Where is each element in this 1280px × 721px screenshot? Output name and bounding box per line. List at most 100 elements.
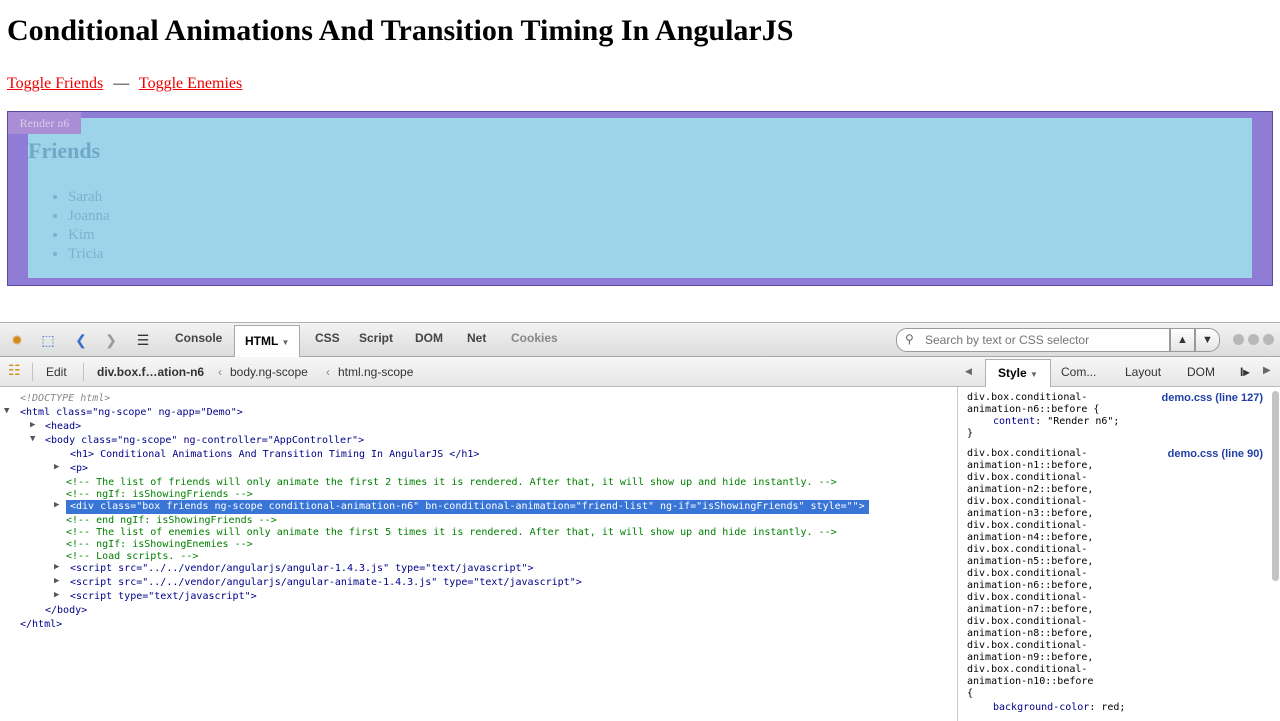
tree-node-script[interactable]: <script type="text/javascript"> — [70, 590, 257, 604]
devtools-tab-bar: ✹ ⬚ ❮ ❯ ☰ Console HTML ▼ CSS Script DOM … — [0, 323, 1280, 357]
toggle-enemies-link[interactable]: Toggle Enemies — [139, 75, 242, 92]
toggle-friends-link[interactable]: Toggle Friends — [7, 75, 103, 92]
css-rule: demo.css (line 127) div.box.conditional-… — [967, 392, 1263, 440]
search-prev-button[interactable]: ▲ — [1170, 328, 1195, 352]
html-tree: <!DOCTYPE html> ▼ <html class="ng-scope"… — [0, 387, 956, 721]
friends-list: Sarah Joanna Kim Tricia — [48, 188, 110, 264]
css-declaration[interactable]: background-color: red; — [967, 702, 1263, 714]
edit-button[interactable]: Edit — [46, 365, 67, 379]
css-source-link[interactable]: demo.css (line 90) — [1168, 448, 1263, 460]
tree-node-selected-div[interactable]: <div class="box friends ng-scope conditi… — [66, 500, 869, 514]
css-property: background-color — [993, 702, 1090, 713]
breadcrumb-item[interactable]: body.ng-scope — [230, 365, 308, 379]
search-icon: ⚲ — [905, 332, 914, 346]
panel-menu-icon[interactable]: ☷ — [8, 362, 21, 379]
css-selector: div.box.conditional- — [967, 496, 1088, 507]
collapsed-arrow-icon[interactable]: ▶ — [54, 500, 64, 510]
firebug-icon[interactable]: ✹ — [8, 331, 26, 349]
tab-cookies[interactable]: Cookies — [511, 331, 558, 345]
friends-heading: Friends — [28, 138, 101, 163]
command-line-icon[interactable]: ☰ — [134, 331, 152, 349]
css-selector: animation-n3::before, — [967, 508, 1094, 519]
css-rule-close: } — [967, 428, 974, 439]
side-tabs-right-icon[interactable]: ▶ — [1263, 365, 1271, 376]
css-property: content — [993, 416, 1036, 427]
tree-node-html-close: </html> — [20, 619, 63, 630]
friend-item: Kim — [68, 226, 110, 245]
divider — [32, 363, 33, 381]
css-value: "Render n6"; — [1047, 416, 1120, 427]
search-next-button[interactable]: ▼ — [1195, 328, 1220, 352]
chevron-down-icon: ▼ — [281, 338, 290, 347]
collapsed-arrow-icon[interactable]: ▶ — [30, 420, 40, 430]
collapsed-arrow-icon[interactable]: ▶ — [54, 590, 64, 600]
expanded-arrow-icon[interactable]: ▼ — [30, 434, 40, 444]
tree-node-script[interactable]: <script src="../../vendor/angularjs/angu… — [70, 576, 582, 590]
breadcrumb: ☷ Edit div.box.f…ation-n6 ‹ body.ng-scop… — [0, 357, 1280, 387]
divider — [83, 363, 84, 381]
css-selector: div.box.conditional- — [967, 592, 1088, 603]
search-input[interactable] — [923, 331, 1163, 349]
css-rule: demo.css (line 90) div.box.conditional- … — [967, 448, 1263, 714]
back-arrow-icon[interactable]: ❮ — [72, 331, 90, 349]
minimize-icon[interactable] — [1233, 334, 1244, 345]
side-tabs-left-icon[interactable]: ◀ — [965, 366, 972, 377]
breadcrumb-item[interactable]: html.ng-scope — [338, 365, 413, 379]
css-selector: animation-n5::before, — [967, 556, 1094, 567]
expanded-arrow-icon[interactable]: ▼ — [4, 406, 14, 416]
chevron-left-icon: ‹ — [218, 365, 222, 379]
scrollbar[interactable] — [1272, 391, 1279, 581]
css-selector: animation-n8::before, — [967, 628, 1094, 639]
css-selector: animation-n10::before — [967, 676, 1094, 687]
detach-icon[interactable] — [1248, 334, 1259, 345]
tab-dom-side[interactable]: DOM — [1187, 365, 1215, 379]
chevron-down-icon: ▼ — [1030, 370, 1038, 379]
tree-node-head[interactable]: <head> — [45, 420, 81, 434]
css-selector: div.box.conditional- — [967, 520, 1088, 531]
forward-arrow-icon[interactable]: ❯ — [102, 331, 120, 349]
tab-console[interactable]: Console — [175, 331, 222, 345]
tab-style[interactable]: Style ▼ — [985, 359, 1051, 387]
inspect-icon[interactable]: ⬚ — [39, 331, 57, 349]
tree-node-h1[interactable]: <h1> Conditional Animations And Transiti… — [70, 448, 479, 462]
friend-item: Sarah — [68, 188, 110, 207]
tab-css[interactable]: CSS — [315, 331, 340, 345]
tab-net[interactable]: Net — [467, 331, 486, 345]
tab-html[interactable]: HTML ▼ — [234, 325, 301, 357]
css-source-link[interactable]: demo.css (line 127) — [1162, 392, 1264, 404]
tree-node-script[interactable]: <script src="../../vendor/angularjs/angu… — [70, 562, 534, 576]
collapsed-arrow-icon[interactable]: ▶ — [54, 562, 64, 572]
tab-dom[interactable]: DOM — [415, 331, 443, 345]
toggle-links: Toggle Friends — Toggle Enemies — [7, 75, 242, 93]
collapsed-arrow-icon[interactable]: ▶ — [54, 462, 64, 472]
css-selector: animation-n4::before, — [967, 532, 1094, 543]
friends-box: Render n6 Friends Sarah Joanna Kim Trici… — [7, 111, 1273, 286]
tab-script[interactable]: Script — [359, 331, 393, 345]
css-selector: animation-n6::before { — [967, 404, 1100, 415]
tree-node-body[interactable]: <body class="ng-scope" ng-controller="Ap… — [45, 434, 364, 448]
css-value: red; — [1101, 702, 1126, 713]
css-selector: div.box.conditional- — [967, 472, 1088, 483]
css-selector: div.box.conditional- — [967, 640, 1088, 651]
tree-node-html[interactable]: <html class="ng-scope" ng-app="Demo"> — [20, 406, 243, 420]
css-selector: animation-n2::before, — [967, 484, 1094, 495]
render-badge: Render n6 — [8, 112, 81, 134]
tab-computed[interactable]: Com... — [1061, 365, 1096, 379]
rendered-page: Conditional Animations And Transition Ti… — [0, 0, 1280, 322]
tab-style-label: Style — [998, 366, 1027, 380]
friend-item: Tricia — [68, 245, 110, 264]
collapsed-arrow-icon[interactable]: ▶ — [54, 576, 64, 586]
css-declaration[interactable]: content: "Render n6"; — [967, 416, 1263, 428]
css-selector: animation-n1::before, — [967, 460, 1094, 471]
close-icon[interactable] — [1263, 334, 1274, 345]
tab-html-label: HTML — [245, 334, 279, 348]
chevron-left-icon: ‹ — [326, 365, 330, 379]
css-rule-open: { — [967, 688, 974, 699]
more-tabs-icon[interactable]: I▸ — [1240, 365, 1249, 379]
tree-node-p[interactable]: <p> — [70, 462, 88, 476]
breadcrumb-item[interactable]: div.box.f…ation-n6 — [97, 365, 204, 379]
tab-layout[interactable]: Layout — [1125, 365, 1161, 379]
page-title: Conditional Animations And Transition Ti… — [7, 14, 794, 47]
firebug-panel: ✹ ⬚ ❮ ❯ ☰ Console HTML ▼ CSS Script DOM … — [0, 322, 1280, 721]
search-box: ⚲ — [896, 328, 1170, 352]
